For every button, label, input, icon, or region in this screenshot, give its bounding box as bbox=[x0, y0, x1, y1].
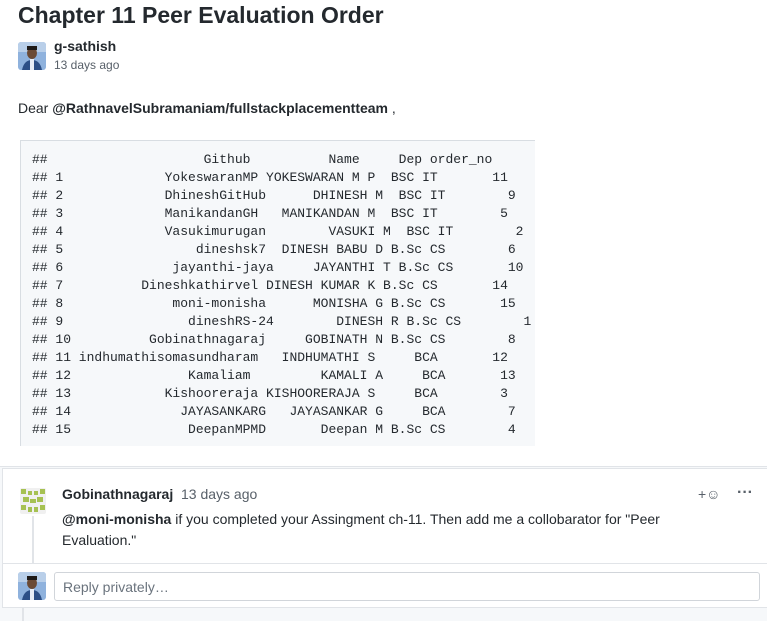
code-line: ## 10 Gobinathnagaraj GOBINATH N B.Sc CS… bbox=[32, 332, 516, 347]
reply-avatar[interactable] bbox=[18, 572, 46, 600]
comment-body: @moni-monisha if you completed your Assi… bbox=[62, 509, 712, 551]
reply-separator bbox=[3, 563, 767, 564]
thread-line bbox=[32, 516, 34, 564]
greeting-prefix: Dear bbox=[18, 100, 53, 116]
code-line: ## Github Name Dep order_no bbox=[32, 152, 493, 167]
greeting-suffix: , bbox=[388, 100, 396, 116]
author-name[interactable]: g-sathish bbox=[54, 38, 116, 54]
comment-time[interactable]: 13 days ago bbox=[181, 486, 257, 502]
code-line: ## 15 DeepanMPMD Deepan M B.Sc CS 4 bbox=[32, 422, 516, 437]
code-line: ## 1 YokeswaranMP YOKESWARAN M P BSC IT … bbox=[32, 170, 508, 185]
commenter-name[interactable]: Gobinathnagaraj bbox=[62, 486, 173, 502]
code-line: ## 2 DhineshGitHub DHINESH M BSC IT 9 bbox=[32, 188, 516, 203]
code-line: ## 11 indhumathisomasundharam INDHUMATHI… bbox=[32, 350, 508, 365]
greeting-text: Dear @RathnavelSubramaniam/fullstackplac… bbox=[18, 100, 396, 116]
add-reaction-icon[interactable]: +☺ bbox=[698, 486, 720, 502]
code-line: ## 3 ManikandanGH MANIKANDAN M BSC IT 5 bbox=[32, 206, 508, 221]
code-line: ## 12 Kamaliam KAMALI A BCA 13 bbox=[32, 368, 516, 383]
thread-line-bottom bbox=[22, 608, 24, 621]
post-time[interactable]: 13 days ago bbox=[54, 58, 119, 72]
team-mention-link[interactable]: @RathnavelSubramaniam/fullstackplacement… bbox=[52, 100, 388, 116]
commenter-avatar[interactable] bbox=[20, 488, 46, 514]
code-line: ## 13 Kishooreraja KISHOORERAJA S BCA 3 bbox=[32, 386, 508, 401]
code-line: ## 9 dineshRS-24 DINESH R B.Sc CS 1 bbox=[32, 314, 532, 329]
code-line: ## 6 jayanthi-jaya JAYANTHI T B.Sc CS 10 bbox=[32, 260, 524, 275]
code-line: ## 14 JAYASANKARG JAYASANKAR G BCA 7 bbox=[32, 404, 516, 419]
code-line: ## 7 Dineshkathirvel DINESH KUMAR K B.Sc… bbox=[32, 278, 508, 293]
identicon-icon bbox=[20, 488, 46, 514]
page-title: Chapter 11 Peer Evaluation Order bbox=[18, 2, 384, 28]
code-output: ## Github Name Dep order_no ## 1 Yokeswa… bbox=[32, 151, 531, 439]
author-avatar[interactable] bbox=[18, 42, 46, 70]
code-line: ## 4 Vasukimurugan VASUKI M BSC IT 2 bbox=[32, 224, 524, 239]
code-line: ## 8 moni-monisha MONISHA G B.Sc CS 15 bbox=[32, 296, 516, 311]
user-photo-icon bbox=[18, 572, 46, 600]
user-mention-link[interactable]: @moni-monisha bbox=[62, 511, 171, 527]
code-block: ## Github Name Dep order_no ## 1 Yokeswa… bbox=[20, 140, 535, 446]
code-line: ## 5 dineshsk7 DINESH BABU D B.Sc CS 6 bbox=[32, 242, 516, 257]
user-photo-icon bbox=[18, 42, 46, 70]
more-options-icon[interactable]: ··· bbox=[737, 485, 753, 501]
reply-input[interactable] bbox=[54, 572, 760, 601]
